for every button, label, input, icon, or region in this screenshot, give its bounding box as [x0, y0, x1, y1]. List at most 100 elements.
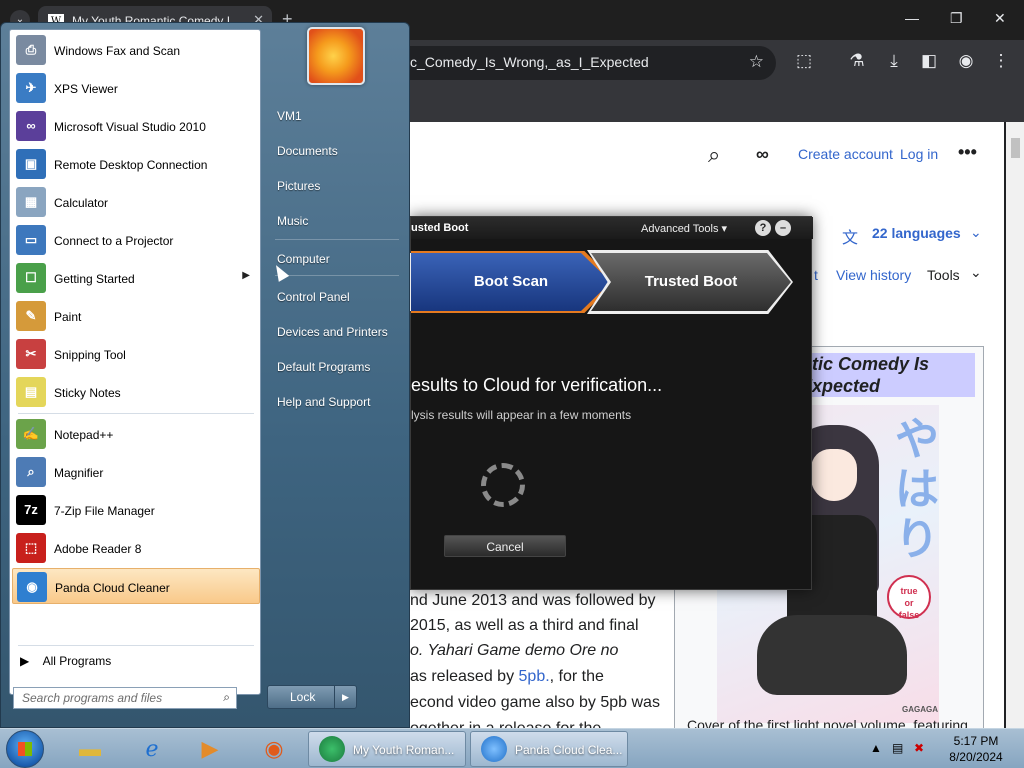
power-options-arrow-icon[interactable]: ▶ — [334, 686, 356, 708]
program-item-magnifier[interactable]: ⌕ Magnifier — [12, 454, 260, 490]
side-panel-icon[interactable]: ◧ — [918, 51, 940, 71]
projector-icon: ▭ — [16, 225, 46, 255]
cover-character-face — [811, 449, 857, 501]
scrollbar-thumb[interactable] — [1011, 138, 1020, 158]
tools-menu[interactable]: Tools — [927, 267, 960, 283]
program-item-paint[interactable]: ✎ Paint — [12, 298, 260, 334]
start-link-default-programs[interactable]: Default Programs — [269, 352, 401, 382]
programs-separator — [18, 413, 254, 414]
program-item-notepad-plus-plus[interactable]: ✍ Notepad++ — [12, 416, 260, 452]
program-label: Panda Cloud Cleaner — [55, 581, 170, 595]
view-history-link[interactable]: View history — [836, 267, 911, 283]
minimize-panda-icon[interactable]: – — [775, 220, 791, 236]
languages-chevron-icon[interactable]: ⌄ — [970, 224, 982, 241]
cover-badge-line2: or — [904, 598, 914, 608]
lock-button[interactable]: Lock ▶ — [267, 685, 357, 709]
program-label: Magnifier — [54, 466, 104, 480]
program-item-scissors[interactable]: ✂ Snipping Tool — [12, 336, 260, 372]
program-item-adobe-reader[interactable]: ⬚ Adobe Reader 8 — [12, 530, 260, 566]
minimize-icon[interactable]: — — [905, 10, 919, 26]
help-button[interactable]: ? — [755, 220, 771, 236]
notepad-plus-plus-icon: ✍ — [16, 419, 46, 449]
tools-chevron-icon[interactable]: ⌄ — [970, 264, 982, 281]
boot-scan-step: Boot Scan — [411, 253, 611, 311]
program-item-getting-started[interactable]: ☐ Getting Started ▶ — [12, 260, 260, 296]
program-item-xps[interactable]: ✈ XPS Viewer — [12, 70, 260, 106]
xps-icon: ✈ — [16, 73, 46, 103]
translate-icon: 文 — [842, 230, 859, 247]
status-sub-message: lysis results will appear in a few momen… — [411, 408, 632, 422]
program-item-seven-zip[interactable]: 7z 7-Zip File Manager — [12, 492, 260, 528]
start-link-music[interactable]: Music — [269, 206, 401, 236]
labs-flask-icon[interactable]: ⚗ — [846, 51, 868, 71]
create-account-link[interactable]: Create account — [798, 146, 893, 162]
watchlist-glasses-icon[interactable]: ∞ — [756, 144, 769, 165]
submenu-arrow-icon[interactable]: ▶ — [242, 270, 250, 281]
start-link-vm1[interactable]: VM1 — [269, 101, 401, 131]
link-5pb[interactable]: 5pb. — [519, 668, 550, 685]
search-icon[interactable]: ⌕ — [708, 142, 720, 168]
firefox-pin-icon[interactable]: ◉ — [254, 733, 294, 765]
tab-partial-link[interactable]: t — [814, 267, 818, 283]
start-menu: ⎙ Windows Fax and Scan ✈ XPS Viewer ∞ Microso… — [0, 22, 410, 728]
program-label: XPS Viewer — [54, 82, 118, 96]
status-message: esults to Cloud for verification... — [411, 375, 663, 395]
lock-label: Lock — [290, 690, 316, 704]
taskbar: ▬ ℯ ▶ ◉ My Youth Roman... Panda Cloud Cl… — [0, 728, 1024, 768]
body-line-3: o. Yahari Game demo Ore no — [410, 642, 618, 660]
program-label: Windows Fax and Scan — [54, 44, 181, 58]
internet-explorer-pin-icon[interactable]: ℯ — [132, 733, 172, 765]
taskbar-chrome-task[interactable]: My Youth Roman... — [308, 731, 466, 767]
cancel-button[interactable]: Cancel — [444, 535, 566, 557]
cover-publisher: GAGAGA — [902, 705, 938, 714]
program-item-visual-studio[interactable]: ∞ Microsoft Visual Studio 2010 — [12, 108, 260, 144]
start-link-help-and-support[interactable]: Help and Support — [269, 387, 401, 417]
program-item-fax[interactable]: ⎙ Windows Fax and Scan — [12, 32, 260, 68]
program-item-sticky-notes[interactable]: ▤ Sticky Notes — [12, 374, 260, 410]
start-link-devices-and-printers[interactable]: Devices and Printers — [269, 317, 401, 347]
program-label: Notepad++ — [54, 428, 114, 442]
all-programs-separator — [18, 645, 254, 646]
advanced-tools-menu[interactable]: Advanced Tools ▾ — [641, 222, 727, 235]
cover-title-art: やはり — [895, 415, 939, 564]
start-link-pictures[interactable]: Pictures — [269, 171, 401, 201]
bookmark-star-icon[interactable]: ☆ — [749, 52, 764, 72]
extensions-icon[interactable]: ⬚ — [793, 51, 815, 71]
download-icon[interactable]: ⤓ — [883, 51, 905, 71]
program-item-panda[interactable]: ◉ Panda Cloud Cleaner — [12, 568, 260, 604]
program-item-remote-desktop[interactable]: ▣ Remote Desktop Connection — [12, 146, 260, 182]
program-item-calculator[interactable]: ▦ Calculator — [12, 184, 260, 220]
all-programs-button[interactable]: ▶ All Programs — [20, 654, 111, 668]
program-item-projector[interactable]: ▭ Connect to a Projector — [12, 222, 260, 258]
panda-title: usted Boot — [411, 222, 469, 234]
network-tray-icon[interactable]: ▤ — [892, 741, 903, 755]
explorer-pin-icon[interactable]: ▬ — [70, 733, 110, 765]
profile-avatar-icon[interactable]: ◉ — [955, 51, 977, 71]
more-options-icon[interactable]: ••• — [958, 142, 977, 163]
search-programs-input[interactable]: Search programs and files ⌕ — [13, 687, 237, 709]
restore-icon[interactable]: ❐ — [950, 10, 963, 27]
clock-time: 5:17 PM — [953, 734, 999, 748]
program-label: Microsoft Visual Studio 2010 — [54, 120, 206, 134]
start-link-control-panel[interactable]: Control Panel — [269, 282, 401, 312]
close-window-icon[interactable]: ✕ — [994, 10, 1006, 27]
program-label: Snipping Tool — [54, 348, 126, 362]
start-link-documents[interactable]: Documents — [269, 136, 401, 166]
program-label: Calculator — [54, 196, 109, 210]
body-line-2: 2015, as well as a third and final — [410, 617, 639, 634]
volume-muted-tray-icon[interactable]: ✖ — [914, 741, 924, 755]
program-label: Sticky Notes — [54, 386, 121, 400]
show-hidden-icons-arrow[interactable]: ▲ — [870, 741, 882, 755]
media-player-pin-icon[interactable]: ▶ — [190, 733, 230, 765]
chrome-menu-icon[interactable]: ⋮ — [990, 51, 1012, 71]
start-link-computer[interactable]: Computer — [269, 244, 401, 274]
start-orb-button[interactable] — [6, 730, 44, 768]
user-avatar-flower[interactable] — [307, 27, 365, 85]
page-scrollbar[interactable] — [1006, 122, 1024, 730]
body-line-4-text: as released by — [410, 668, 515, 685]
system-clock[interactable]: 5:17 PM 8/20/2024 — [944, 733, 1008, 765]
languages-button[interactable]: 22 languages — [872, 225, 961, 241]
program-label: Getting Started — [54, 272, 135, 286]
taskbar-panda-task[interactable]: Panda Cloud Clea... — [470, 731, 628, 767]
log-in-link[interactable]: Log in — [900, 146, 938, 162]
